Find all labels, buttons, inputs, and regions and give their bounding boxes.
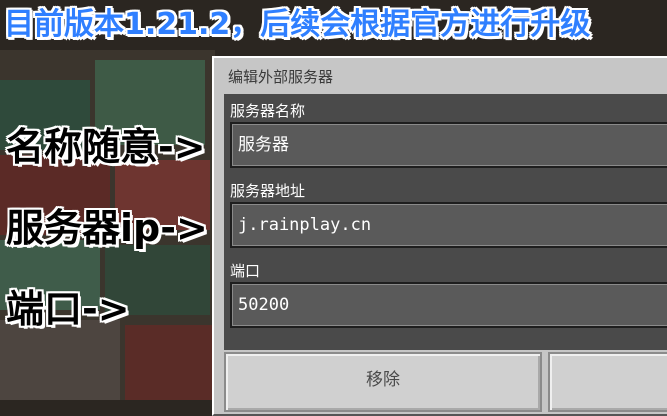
annotation-name: 名称随意-> <box>6 125 206 169</box>
annotation-ip: 服务器ip-> <box>6 206 208 250</box>
banner-title: 目前版本1.21.2，后续会根据官方进行升级 <box>4 7 591 42</box>
save-button[interactable] <box>548 352 667 412</box>
server-address-input[interactable]: j.rainplay.cn <box>230 202 667 248</box>
server-address-label: 服务器地址 <box>230 182 306 200</box>
port-label: 端口 <box>230 262 261 280</box>
remove-button[interactable]: 移除 <box>224 352 542 412</box>
port-input[interactable]: 50200 <box>230 282 667 328</box>
annotation-port: 端口-> <box>6 287 130 331</box>
dialog-title: 编辑外部服务器 <box>228 68 334 86</box>
server-name-input[interactable]: 服务器 <box>230 122 667 168</box>
edit-server-dialog: 编辑外部服务器 服务器名称 服务器 服务器地址 j.rainplay.cn 端口… <box>212 56 667 416</box>
server-form: 服务器名称 服务器 服务器地址 j.rainplay.cn 端口 50200 <box>224 94 667 350</box>
server-name-label: 服务器名称 <box>230 102 306 120</box>
